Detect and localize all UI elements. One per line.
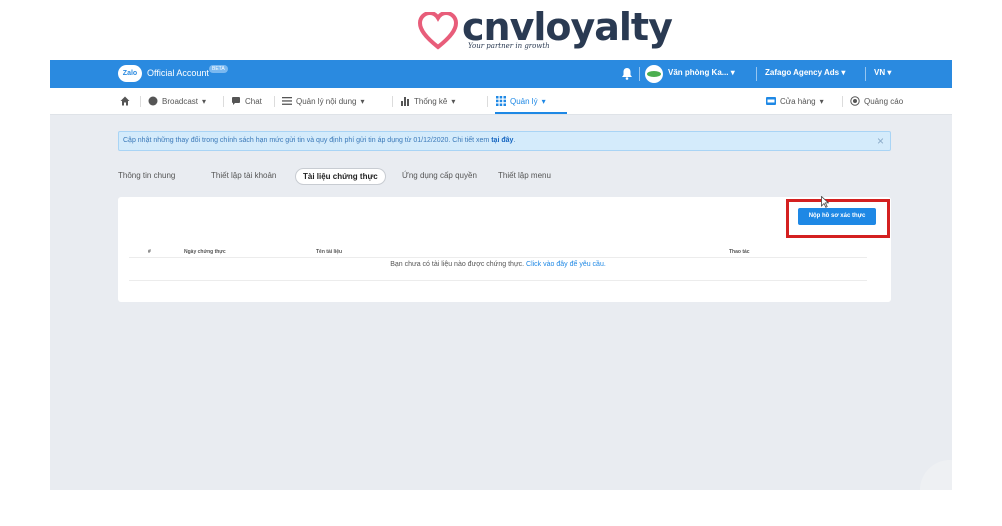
agency-selector[interactable]: Zafago Agency Ads ▾ bbox=[765, 68, 845, 77]
nav-manage-label: Quản lý bbox=[510, 96, 538, 106]
nav-ads-label: Quảng cáo bbox=[864, 96, 904, 106]
agency-name: Zafago Agency Ads bbox=[765, 68, 840, 77]
chevron-down-icon: ▾ bbox=[887, 68, 892, 77]
divider bbox=[842, 96, 843, 107]
notice-link[interactable]: tại đây bbox=[491, 137, 513, 144]
bell-icon[interactable] bbox=[621, 67, 633, 80]
beta-badge: BETA bbox=[209, 65, 228, 73]
account-name: Văn phòng Ka... bbox=[668, 68, 729, 77]
divider bbox=[274, 96, 275, 107]
nav-store-label: Cửa hàng bbox=[780, 96, 816, 106]
tab-documents[interactable]: Tài liệu chứng thực bbox=[295, 168, 386, 185]
nav-broadcast[interactable]: Broadcast ▾ bbox=[148, 96, 206, 106]
notice-banner: Cập nhật những thay đổi trong chính sách… bbox=[118, 131, 891, 151]
app-title: Official Account bbox=[147, 68, 209, 78]
submit-verification-button[interactable]: Nộp hồ sơ xác thực bbox=[798, 208, 876, 225]
notice-message: Cập nhật những thay đổi trong chính sách… bbox=[123, 137, 492, 144]
chevron-down-icon: ▾ bbox=[451, 96, 456, 106]
bar-chart-icon bbox=[401, 97, 409, 106]
nav-chat[interactable]: Chat bbox=[231, 96, 262, 106]
divider bbox=[487, 96, 488, 107]
corner-decoration bbox=[920, 460, 952, 490]
store-icon bbox=[766, 97, 776, 105]
empty-state-text: Bạn chưa có tài liệu nào được chứng thực… bbox=[390, 261, 527, 268]
request-link[interactable]: Click vào đây để yêu cầu. bbox=[526, 261, 606, 268]
documents-table: # Ngày chứng thực Tên tài liệu Thao tác … bbox=[129, 245, 867, 297]
tab-menu[interactable]: Thiết lập menu bbox=[498, 171, 551, 180]
brand-header: cnvloyalty Your partner in growth bbox=[0, 0, 1002, 60]
active-tab-indicator bbox=[495, 112, 567, 114]
divider bbox=[392, 96, 393, 107]
row-divider bbox=[129, 280, 867, 281]
language-selector[interactable]: VN ▾ bbox=[874, 68, 891, 77]
column-header-name: Tên tài liệu bbox=[316, 249, 343, 255]
tab-apps[interactable]: Ứng dụng cấp quyền bbox=[402, 171, 477, 180]
empty-state: Bạn chưa có tài liệu nào được chứng thực… bbox=[129, 261, 867, 268]
chevron-down-icon: ▾ bbox=[360, 96, 365, 106]
main-nav: Broadcast ▾ Chat Quản lý nội dung ▾ Thốn… bbox=[50, 88, 952, 115]
nav-manage[interactable]: Quản lý ▾ bbox=[496, 96, 546, 106]
broadcast-icon bbox=[148, 96, 158, 106]
nav-chat-label: Chat bbox=[245, 96, 262, 106]
chevron-down-icon: ▾ bbox=[202, 96, 207, 106]
notice-suffix: . bbox=[513, 137, 516, 144]
nav-home[interactable] bbox=[120, 96, 130, 106]
app-screen: Zalo Official Account BETA Văn phòng Ka.… bbox=[50, 60, 952, 490]
divider bbox=[756, 67, 757, 81]
heart-icon bbox=[418, 12, 458, 50]
nav-stats-label: Thống kê bbox=[414, 96, 448, 106]
divider bbox=[639, 67, 640, 81]
account-avatar[interactable] bbox=[645, 65, 663, 83]
column-header-date: Ngày chứng thực bbox=[184, 249, 226, 255]
ads-icon bbox=[850, 96, 860, 106]
nav-store[interactable]: Cửa hàng ▾ bbox=[766, 96, 824, 106]
home-icon bbox=[120, 96, 130, 106]
header-divider bbox=[129, 257, 867, 258]
nav-content-label: Quản lý nội dung bbox=[296, 96, 357, 106]
cursor-icon bbox=[821, 196, 829, 208]
column-header-index: # bbox=[148, 249, 151, 255]
list-icon bbox=[282, 97, 292, 105]
notice-text: Cập nhật những thay đổi trong chính sách… bbox=[123, 137, 515, 144]
tab-account-setup[interactable]: Thiết lập tài khoản bbox=[211, 171, 276, 180]
nav-broadcast-label: Broadcast bbox=[162, 96, 199, 106]
zalo-logo[interactable]: Zalo bbox=[118, 65, 142, 82]
chevron-down-icon: ▾ bbox=[541, 96, 546, 106]
tab-general[interactable]: Thông tin chung bbox=[118, 171, 175, 180]
nav-content[interactable]: Quản lý nội dung ▾ bbox=[282, 96, 365, 106]
nav-ads[interactable]: Quảng cáo bbox=[850, 96, 903, 106]
account-selector[interactable]: Văn phòng Ka... ▾ bbox=[668, 68, 735, 77]
column-header-actions: Thao tác bbox=[729, 249, 750, 255]
brand-tagline: Your partner in growth bbox=[468, 42, 550, 50]
close-icon[interactable]: × bbox=[877, 134, 884, 148]
nav-stats[interactable]: Thống kê ▾ bbox=[400, 96, 455, 106]
language-label: VN bbox=[874, 68, 886, 77]
chevron-down-icon: ▾ bbox=[819, 96, 824, 106]
chevron-down-icon: ▾ bbox=[841, 68, 846, 77]
brand-logo: cnvloyalty Your partner in growth bbox=[418, 5, 673, 54]
chat-icon bbox=[232, 97, 240, 105]
divider bbox=[140, 96, 141, 107]
chevron-down-icon: ▾ bbox=[730, 68, 735, 77]
top-bar: Zalo Official Account BETA Văn phòng Ka.… bbox=[50, 60, 952, 88]
grid-icon bbox=[496, 96, 506, 106]
divider bbox=[223, 96, 224, 107]
divider bbox=[865, 67, 866, 81]
